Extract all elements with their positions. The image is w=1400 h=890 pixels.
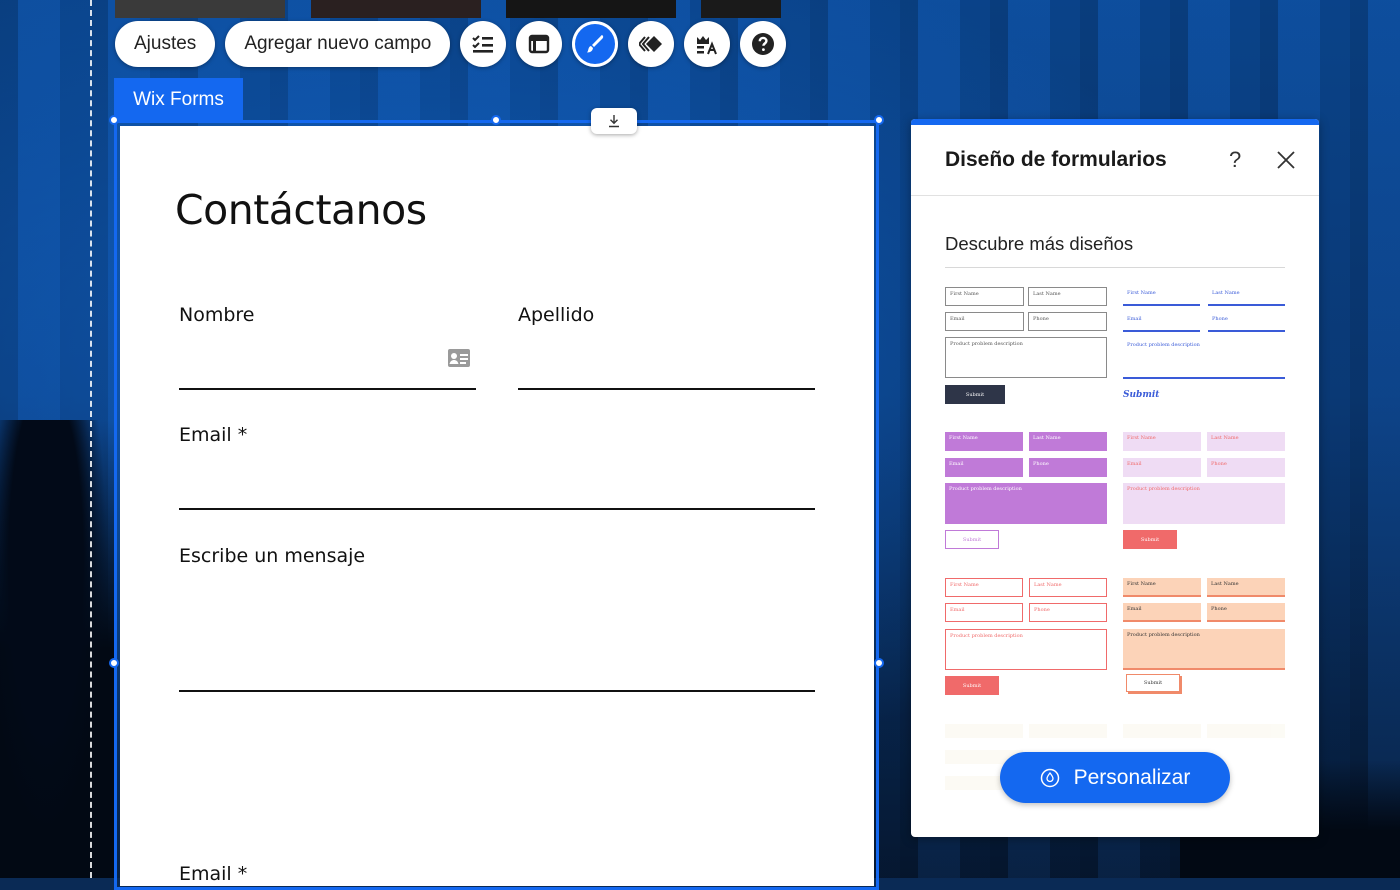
download-arrow-icon [609,115,619,128]
template-field: Product problem description [945,629,1107,670]
message-label: Escribe un mensaje [179,545,366,567]
template-field: Email [945,603,1023,622]
gallery-photo [311,0,481,18]
resize-handle[interactable] [491,115,501,125]
email-input[interactable] [179,508,815,510]
template-field: First Name [1123,287,1200,306]
first-name-input[interactable] [179,388,476,390]
message-textarea[interactable] [179,690,815,692]
panel-accent-bar [911,119,1319,125]
design-template-lavender[interactable]: First Name Last Name Email Phone Product… [1123,432,1285,550]
customize-button-label: Personalizar [1073,765,1191,789]
template-field: Product problem description [945,483,1107,524]
last-name-label: Apellido [518,304,595,326]
template-submit: Submit [945,676,999,695]
layout-button[interactable] [516,21,563,67]
design-template-purple[interactable]: First Name Last Name Email Phone Product… [945,432,1107,550]
add-field-button[interactable]: Agregar nuevo campo [225,21,451,67]
close-icon[interactable] [1275,149,1297,171]
template-submit: Submit [1126,674,1180,692]
customize-button[interactable]: Personalizar [1000,752,1230,803]
resize-handle[interactable] [874,658,884,668]
template-field: Last Name [1207,432,1285,451]
template-field: First Name [945,432,1023,451]
design-template-blue-underline[interactable]: First Name Last Name Email Phone Product… [1123,287,1285,405]
template-field: Last Name [1028,287,1107,306]
first-name-label: Nombre [179,304,255,326]
email-label-repeat: Email * [179,863,248,885]
template-field: Last Name [1208,287,1285,306]
template-submit: Submit [945,385,1005,404]
template-submit: Submit [945,530,999,549]
design-button[interactable] [572,21,619,67]
form-toolbar: Ajustes Agregar nuevo campo [115,21,787,67]
template-field: Product problem description [1123,483,1285,524]
template-field: Email [945,312,1024,331]
template-field: First Name [1123,432,1201,451]
layout-icon [529,34,550,54]
template-field: Product problem description [1123,339,1285,379]
template-field: First Name [945,287,1024,306]
manage-fields-button[interactable] [460,21,507,67]
droplet-icon [1040,768,1059,787]
last-name-input[interactable] [518,388,815,390]
animation-button[interactable] [628,21,675,67]
resize-handle[interactable] [109,658,119,668]
panel-divider [911,195,1319,196]
template-submit: Submit [1123,389,1160,400]
gallery-photo [506,0,676,18]
template-field: Last Name [1029,578,1107,597]
gallery-photo [115,0,285,18]
help-button[interactable] [740,21,787,67]
template-field: Product problem description [1123,629,1285,670]
template-field: First Name [1123,578,1201,597]
background-silhouette [0,420,115,878]
checklist-icon [472,35,494,53]
panel-help-button[interactable]: ? [1229,147,1241,173]
resize-handle[interactable] [109,115,119,125]
template-field: Phone [1207,458,1285,477]
panel-subtitle: Descubre más diseños [945,233,1134,254]
upgrade-button[interactable] [684,21,731,67]
resize-handle[interactable] [874,115,884,125]
template-submit: Submit [1123,530,1177,549]
template-field: Last Name [1207,578,1285,597]
template-field: Phone [1207,603,1285,622]
form-title: Contáctanos [175,186,427,234]
design-template-coral-outline[interactable]: First Name Last Name Email Phone Product… [945,578,1107,696]
settings-button[interactable]: Ajustes [115,21,216,67]
panel-title: Diseño de formularios [945,148,1167,171]
wix-forms-tab[interactable]: Wix Forms [114,78,243,121]
gridline-guide [90,0,92,878]
animation-icon [639,36,663,52]
email-label: Email * [179,424,248,446]
template-field: Phone [1208,313,1285,332]
template-field: Product problem description [945,337,1107,378]
template-field: Email [1123,603,1201,622]
template-field: Last Name [1029,432,1107,451]
contact-card-icon [448,349,470,367]
selection-frame [114,120,879,890]
template-field: Phone [1028,312,1107,331]
stretch-button[interactable] [591,108,637,134]
design-template-peach[interactable]: First Name Last Name Email Phone Product… [1123,578,1285,696]
crown-text-icon [697,36,718,55]
template-field: Email [1123,313,1200,332]
panel-subtitle-divider [945,267,1285,268]
template-field: Email [1123,458,1201,477]
gallery-photo [701,0,781,18]
template-field: Phone [1029,603,1107,622]
brush-icon [587,35,604,53]
template-field: First Name [945,578,1023,597]
template-field: Email [945,458,1023,477]
design-template-outline-gray[interactable]: First Name Last Name Email Phone Product… [945,287,1107,405]
template-field: Phone [1029,458,1107,477]
help-icon [752,33,775,55]
form-design-panel: Diseño de formularios ? Descubre más dis… [911,119,1319,837]
